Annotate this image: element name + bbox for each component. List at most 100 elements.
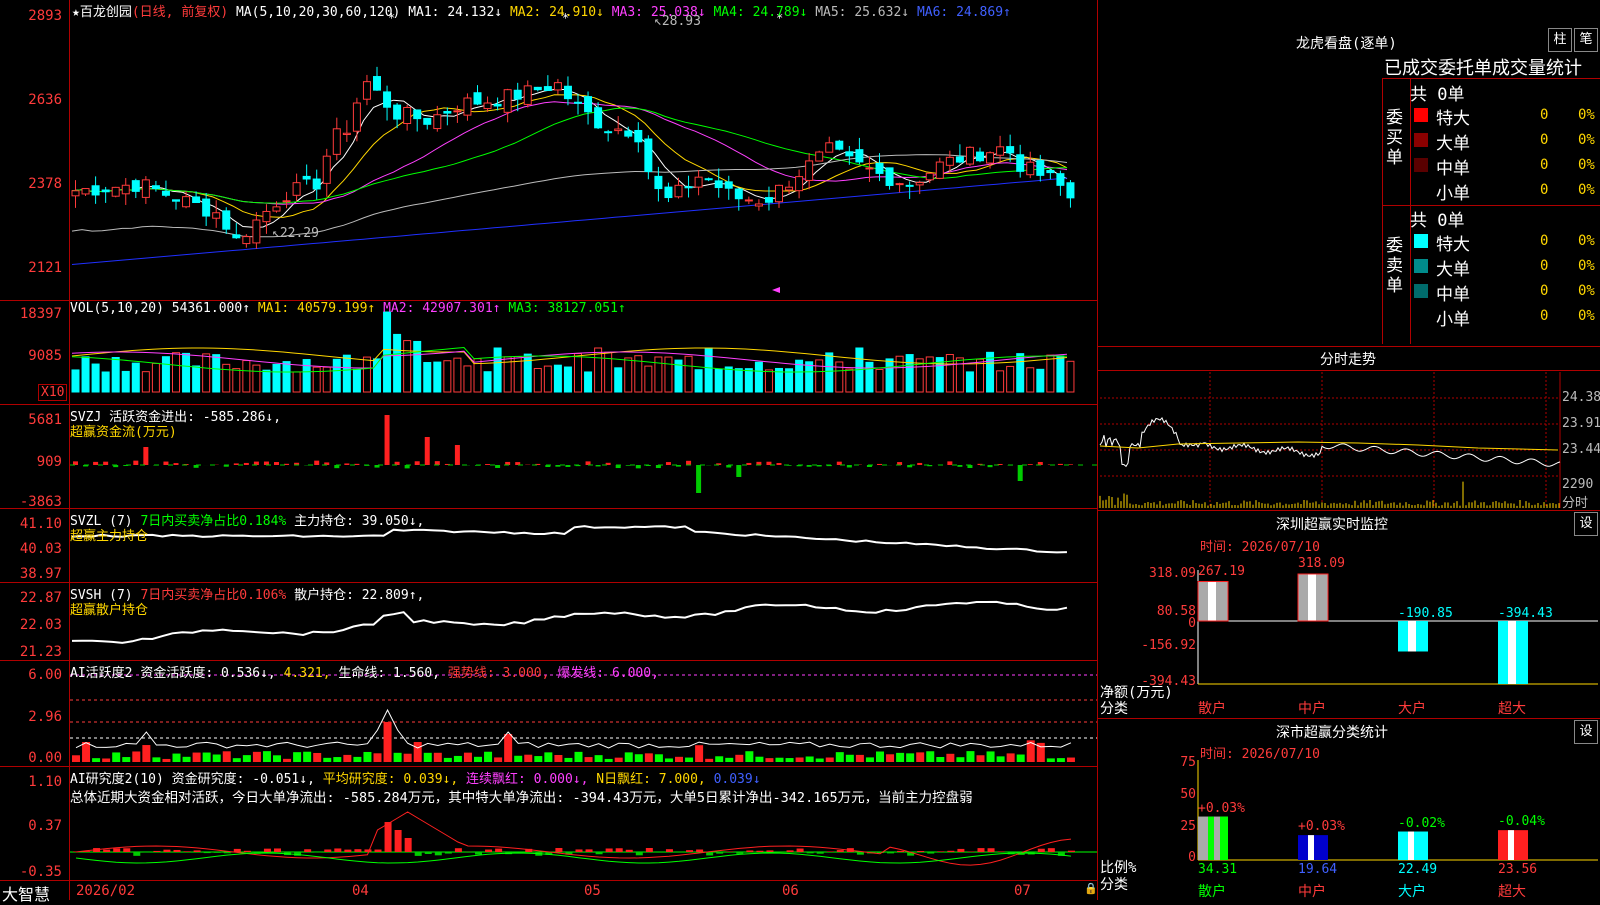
- volume-bar: [755, 362, 762, 392]
- vol-ma1: MA1: 40579.199↑: [258, 301, 375, 316]
- activity-line: [76, 710, 1071, 748]
- candle: [384, 92, 391, 107]
- activity-bar: [665, 758, 673, 762]
- activity-bar: [394, 753, 402, 762]
- research-bar: [636, 852, 643, 855]
- activity-bar: [263, 751, 271, 762]
- activity-bar: [283, 759, 291, 762]
- activity-bar: [494, 757, 502, 762]
- research-bar: [103, 850, 110, 852]
- activity-bar: [856, 755, 864, 762]
- candle: [253, 220, 260, 243]
- candle: [333, 129, 340, 155]
- activity-bar: [595, 755, 603, 762]
- monitor-settings-button[interactable]: 设: [1574, 512, 1598, 536]
- research-bar: [978, 848, 985, 852]
- y-tick: 2893: [0, 8, 62, 24]
- activity-bar: [936, 757, 944, 762]
- volume-bar: [966, 372, 973, 392]
- fund-flow-bar: [73, 461, 78, 465]
- vol-label: VOL(5,10,20): [70, 301, 164, 316]
- volume-bar: [434, 362, 441, 392]
- svzj-title: 超赢资金流(万元): [70, 421, 177, 440]
- svsh-desc: 7日内买卖净占比0.106%: [140, 588, 286, 603]
- volume-bar: [183, 353, 190, 392]
- candle: [203, 199, 210, 216]
- volume-bar: [926, 357, 933, 392]
- volume-bar: [876, 370, 883, 392]
- candle: [715, 181, 722, 188]
- candle: [183, 197, 190, 207]
- candle: [936, 162, 943, 178]
- fund-flow-bar: [93, 462, 98, 465]
- fund-flow-bar: [264, 462, 269, 465]
- monitor-ytick: 318.09: [1138, 566, 1196, 581]
- candle: [82, 189, 89, 194]
- volume-bar: [946, 355, 953, 392]
- y-tick: 38.97: [0, 566, 62, 582]
- candle: [605, 132, 612, 133]
- candle: [1017, 155, 1024, 172]
- research-bar: [224, 852, 231, 853]
- volume-bar: [203, 354, 210, 392]
- ai1-header: AI活跃度2 资金活跃度: 0.536↓, 4.321, 生命线: 1.560,…: [70, 662, 659, 681]
- candle: [665, 187, 672, 197]
- candle: [705, 179, 712, 180]
- fund-flow-bar: [696, 465, 701, 493]
- research-bar: [807, 852, 814, 853]
- chart-area[interactable]: *** ★百龙创园(日线, 前复权) MA(5,10,20,30,60,120)…: [0, 0, 1098, 900]
- chart-canvas[interactable]: ***: [0, 0, 1098, 900]
- activity-bar: [735, 755, 743, 762]
- research-bar: [596, 852, 603, 854]
- activity-bar: [464, 753, 472, 762]
- intraday-tick: 分时: [1562, 492, 1588, 511]
- research-bar: [194, 850, 201, 852]
- fund-flow-bar: [1058, 464, 1063, 465]
- candle: [243, 237, 250, 244]
- candle: [816, 152, 823, 161]
- stats-settings-button[interactable]: 设: [1574, 720, 1598, 744]
- activity-bar: [444, 758, 452, 762]
- candle: [524, 86, 531, 105]
- volume-bar: [112, 358, 119, 392]
- monitor-category: 散户: [1198, 698, 1226, 718]
- right-panel: 龙虎看盘(逐单) 柱 笔 已成交委托单成交量统计 委买单 委卖单 共 0单 共 …: [1098, 0, 1600, 900]
- research-bar: [947, 851, 954, 852]
- date-tick: 04: [352, 883, 369, 899]
- candle: [434, 115, 441, 129]
- activity-bar: [866, 757, 874, 762]
- ma5-label: MA5: 25.632↓: [815, 5, 909, 20]
- intraday-tick: 2290: [1562, 477, 1593, 492]
- star-icon[interactable]: ★: [72, 5, 80, 20]
- y-tick: 5681: [0, 412, 62, 428]
- activity-bar: [92, 758, 100, 762]
- fund-flow-bar: [385, 415, 390, 465]
- volume-bar: [283, 362, 290, 392]
- date-tick: 07: [1014, 883, 1031, 899]
- activity-bar: [474, 757, 482, 762]
- candle: [343, 133, 350, 134]
- lock-icon[interactable]: 🔒: [1084, 882, 1098, 895]
- brand-label[interactable]: 大智慧: [2, 881, 50, 905]
- ai1-v4: 强势线: 3.000,: [448, 666, 550, 681]
- candle: [514, 90, 521, 99]
- activity-bar: [293, 752, 301, 762]
- y-tick: -0.35: [0, 864, 62, 880]
- research-bar: [1068, 851, 1075, 852]
- candle: [946, 157, 953, 165]
- stats-category: 大户: [1398, 881, 1426, 901]
- y-tick: 9085: [0, 348, 62, 364]
- activity-bar: [564, 758, 572, 762]
- volume-bar: [1067, 361, 1074, 392]
- activity-bar: [836, 752, 844, 762]
- candle: [615, 129, 622, 131]
- fund-flow-bar: [354, 464, 359, 465]
- volume-bar: [575, 354, 582, 392]
- candle: [353, 103, 360, 131]
- candle: [72, 191, 79, 196]
- activity-bar: [514, 756, 522, 762]
- research-bar: [696, 850, 703, 852]
- fund-flow-bar: [565, 465, 570, 467]
- volume-bar: [293, 372, 300, 392]
- activity-bar: [122, 757, 130, 762]
